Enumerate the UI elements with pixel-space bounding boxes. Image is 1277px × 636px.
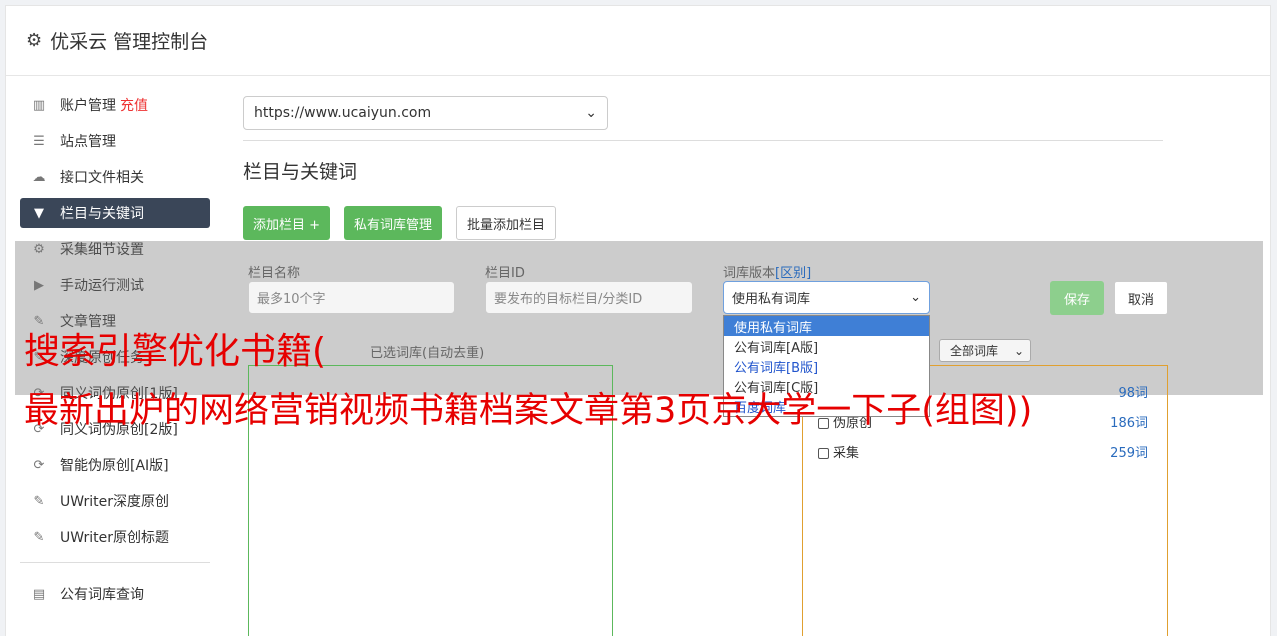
col-id-label: 栏目ID	[485, 266, 525, 281]
overlay-headline-line2: 最新出炉的网络营销视频书籍档案文章第3页京大学一下子(组图))	[24, 391, 1033, 431]
main-content: https://www.ucaiyun.com ⌄ 栏目与关键词 添加栏目 + …	[243, 96, 1163, 240]
version-option[interactable]: 公有词库[B版]	[724, 356, 929, 376]
add-column-button[interactable]: 添加栏目 +	[243, 206, 331, 240]
server-icon: ☰	[33, 133, 45, 149]
col-id-input[interactable]: 要发布的目标栏目/分类ID	[485, 281, 693, 314]
refresh-icon: ⟳	[33, 457, 45, 473]
book-icon: ▤	[32, 586, 46, 602]
sidebar-item-uwriter-title[interactable]: ✎ UWriter原创标题	[20, 522, 210, 552]
site-select-value: https://www.ucaiyun.com	[254, 105, 432, 121]
version-option[interactable]: 公有词库[A版]	[724, 336, 929, 356]
site-select[interactable]: https://www.ucaiyun.com ⌄	[243, 96, 608, 130]
version-select[interactable]: 使用私有词库 ⌄	[723, 281, 930, 314]
page-title: 优采云 管理控制台	[50, 31, 209, 53]
sidebar-item-label: 栏目与关键词	[60, 206, 144, 222]
save-button[interactable]: 保存	[1050, 281, 1104, 315]
lib-filter-value: 全部词库	[950, 344, 999, 358]
divider	[243, 140, 1163, 141]
sidebar-item-account[interactable]: ▥ 账户管理 充值	[20, 90, 210, 120]
sidebar-item-label: 公有词库查询	[60, 587, 144, 603]
sidebar-item-label: 站点管理	[60, 134, 116, 150]
chevron-down-icon: ⌄	[1013, 343, 1024, 358]
sidebar-item-uwriter-deep[interactable]: ✎ UWriter深度原创	[20, 486, 210, 516]
lib-row[interactable]: 采集 259词	[818, 442, 1148, 461]
page-header: ⚙ 优采云 管理控制台	[6, 6, 1270, 76]
sidebar-item-label: 智能伪原创[AI版]	[60, 458, 169, 474]
sidebar-item-label: UWriter深度原创	[60, 494, 169, 510]
overlay-headline-line1: 搜索引擎优化书籍(	[24, 331, 327, 372]
filter-icon: ▼	[34, 205, 44, 221]
checkbox[interactable]	[818, 448, 829, 459]
version-select-value: 使用私有词库	[732, 292, 811, 307]
cancel-button[interactable]: 取消	[1114, 281, 1168, 315]
sidebar-item-public-lib[interactable]: ▤ 公有词库查询	[20, 579, 210, 609]
chevron-down-icon: ⌄	[585, 105, 597, 121]
version-label: 词库版本[区别]	[723, 262, 811, 281]
sidebar-divider	[20, 562, 210, 563]
sidebar-item-interface[interactable]: ☁ 接口文件相关	[20, 162, 210, 192]
col-name-label: 栏目名称	[248, 266, 301, 281]
private-lib-button[interactable]: 私有词库管理	[344, 206, 443, 240]
sidebar-item-label: 账户管理	[60, 98, 116, 114]
lib-count: 98词	[1118, 386, 1148, 401]
batch-add-button[interactable]: 批量添加栏目	[456, 206, 557, 240]
selected-libs-label: 已选词库(自动去重)	[370, 346, 485, 361]
sidebar-item-columns[interactable]: ▼ 栏目与关键词	[20, 198, 210, 228]
sidebar-item-label: 接口文件相关	[60, 170, 144, 186]
action-buttons: 添加栏目 + 私有词库管理 批量添加栏目	[243, 206, 1163, 240]
bar-chart-icon: ▥	[32, 97, 46, 113]
lib-count: 186词	[1110, 416, 1148, 431]
edit-icon: ✎	[33, 493, 45, 509]
lib-name-text: 采集	[833, 446, 860, 461]
lib-filter-select[interactable]: 全部词库 ⌄	[939, 339, 1031, 362]
version-diff-link[interactable]: [区别]	[775, 266, 811, 281]
recharge-link[interactable]: 充值	[120, 95, 148, 115]
chevron-down-icon: ⌄	[910, 290, 921, 305]
lib-count: 259词	[1110, 446, 1148, 461]
col-name-input[interactable]: 最多10个字	[248, 281, 455, 314]
cloud-upload-icon: ☁	[32, 169, 46, 185]
sidebar-item-label: UWriter原创标题	[60, 530, 169, 546]
edit-icon: ✎	[33, 529, 45, 545]
section-title: 栏目与关键词	[243, 161, 358, 183]
lib-name: 采集	[818, 442, 859, 461]
sidebar-item-ai-rewrite[interactable]: ⟳ 智能伪原创[AI版]	[20, 450, 210, 480]
version-option[interactable]: 使用私有词库	[724, 316, 929, 336]
gear-icon: ⚙	[26, 30, 43, 51]
sidebar-item-sites[interactable]: ☰ 站点管理	[20, 126, 210, 156]
version-label-text: 词库版本	[723, 266, 776, 281]
